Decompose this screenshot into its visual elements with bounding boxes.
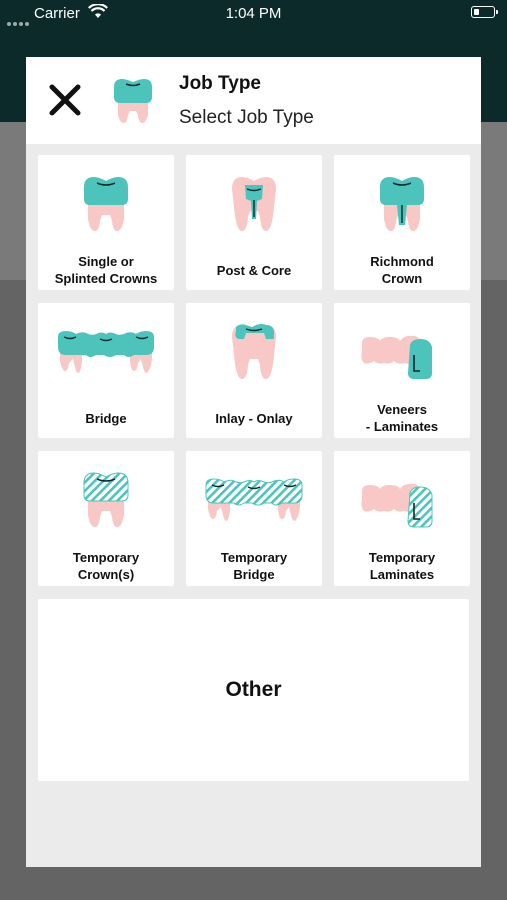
modal-subtitle: Select Job Type (179, 107, 314, 128)
bridge-icon (58, 331, 154, 373)
tile-label: Single or Splinted Crowns (54, 254, 158, 286)
crown-icon (84, 177, 128, 231)
temporary-bridge-icon (205, 478, 303, 521)
job-type-modal: Job Type Select Job Type Single or Splin… (26, 57, 481, 867)
veneers-icon (361, 335, 432, 379)
job-type-temporary-laminates[interactable]: Temporary Laminates (334, 451, 470, 586)
job-type-other[interactable]: Other (38, 599, 469, 781)
close-icon[interactable] (48, 83, 82, 117)
modal-header: Job Type Select Job Type (26, 57, 481, 144)
temporary-laminates-icon (361, 483, 433, 528)
temporary-crown-icon (83, 472, 129, 527)
job-type-inlay-onlay[interactable]: Inlay - Onlay (186, 303, 322, 438)
tile-label: Temporary Crown(s) (72, 550, 140, 582)
tile-label: Richmond Crown (370, 254, 434, 286)
job-type-single-crowns[interactable]: Single or Splinted Crowns (38, 155, 174, 290)
battery-icon (471, 6, 498, 18)
job-type-bridge[interactable]: Bridge (38, 303, 174, 438)
tile-label: Veneers - Laminates (365, 402, 439, 434)
job-type-veneers[interactable]: Veneers - Laminates (334, 303, 470, 438)
clock: 1:04 PM (225, 5, 282, 22)
job-type-temporary-bridge[interactable]: Temporary Bridge (186, 451, 322, 586)
status-bar: Carrier 1:04 PM (0, 0, 507, 26)
tile-label: Temporary Laminates (368, 550, 436, 582)
job-type-temporary-crowns[interactable]: Temporary Crown(s) (38, 451, 174, 586)
job-type-post-core[interactable]: Post & Core (186, 155, 322, 290)
richmond-crown-icon (380, 177, 424, 231)
tile-label: Temporary Bridge (220, 550, 288, 582)
tile-label: Bridge (85, 410, 127, 426)
post-core-icon (232, 177, 276, 231)
crown-icon (114, 79, 152, 123)
tile-label: Post & Core (216, 262, 292, 278)
inlay-onlay-icon (232, 324, 276, 379)
job-type-richmond-crown[interactable]: Richmond Crown (334, 155, 470, 290)
tile-label: Inlay - Onlay (215, 410, 293, 426)
modal-title: Job Type (179, 73, 261, 94)
other-label: Other (225, 678, 282, 701)
